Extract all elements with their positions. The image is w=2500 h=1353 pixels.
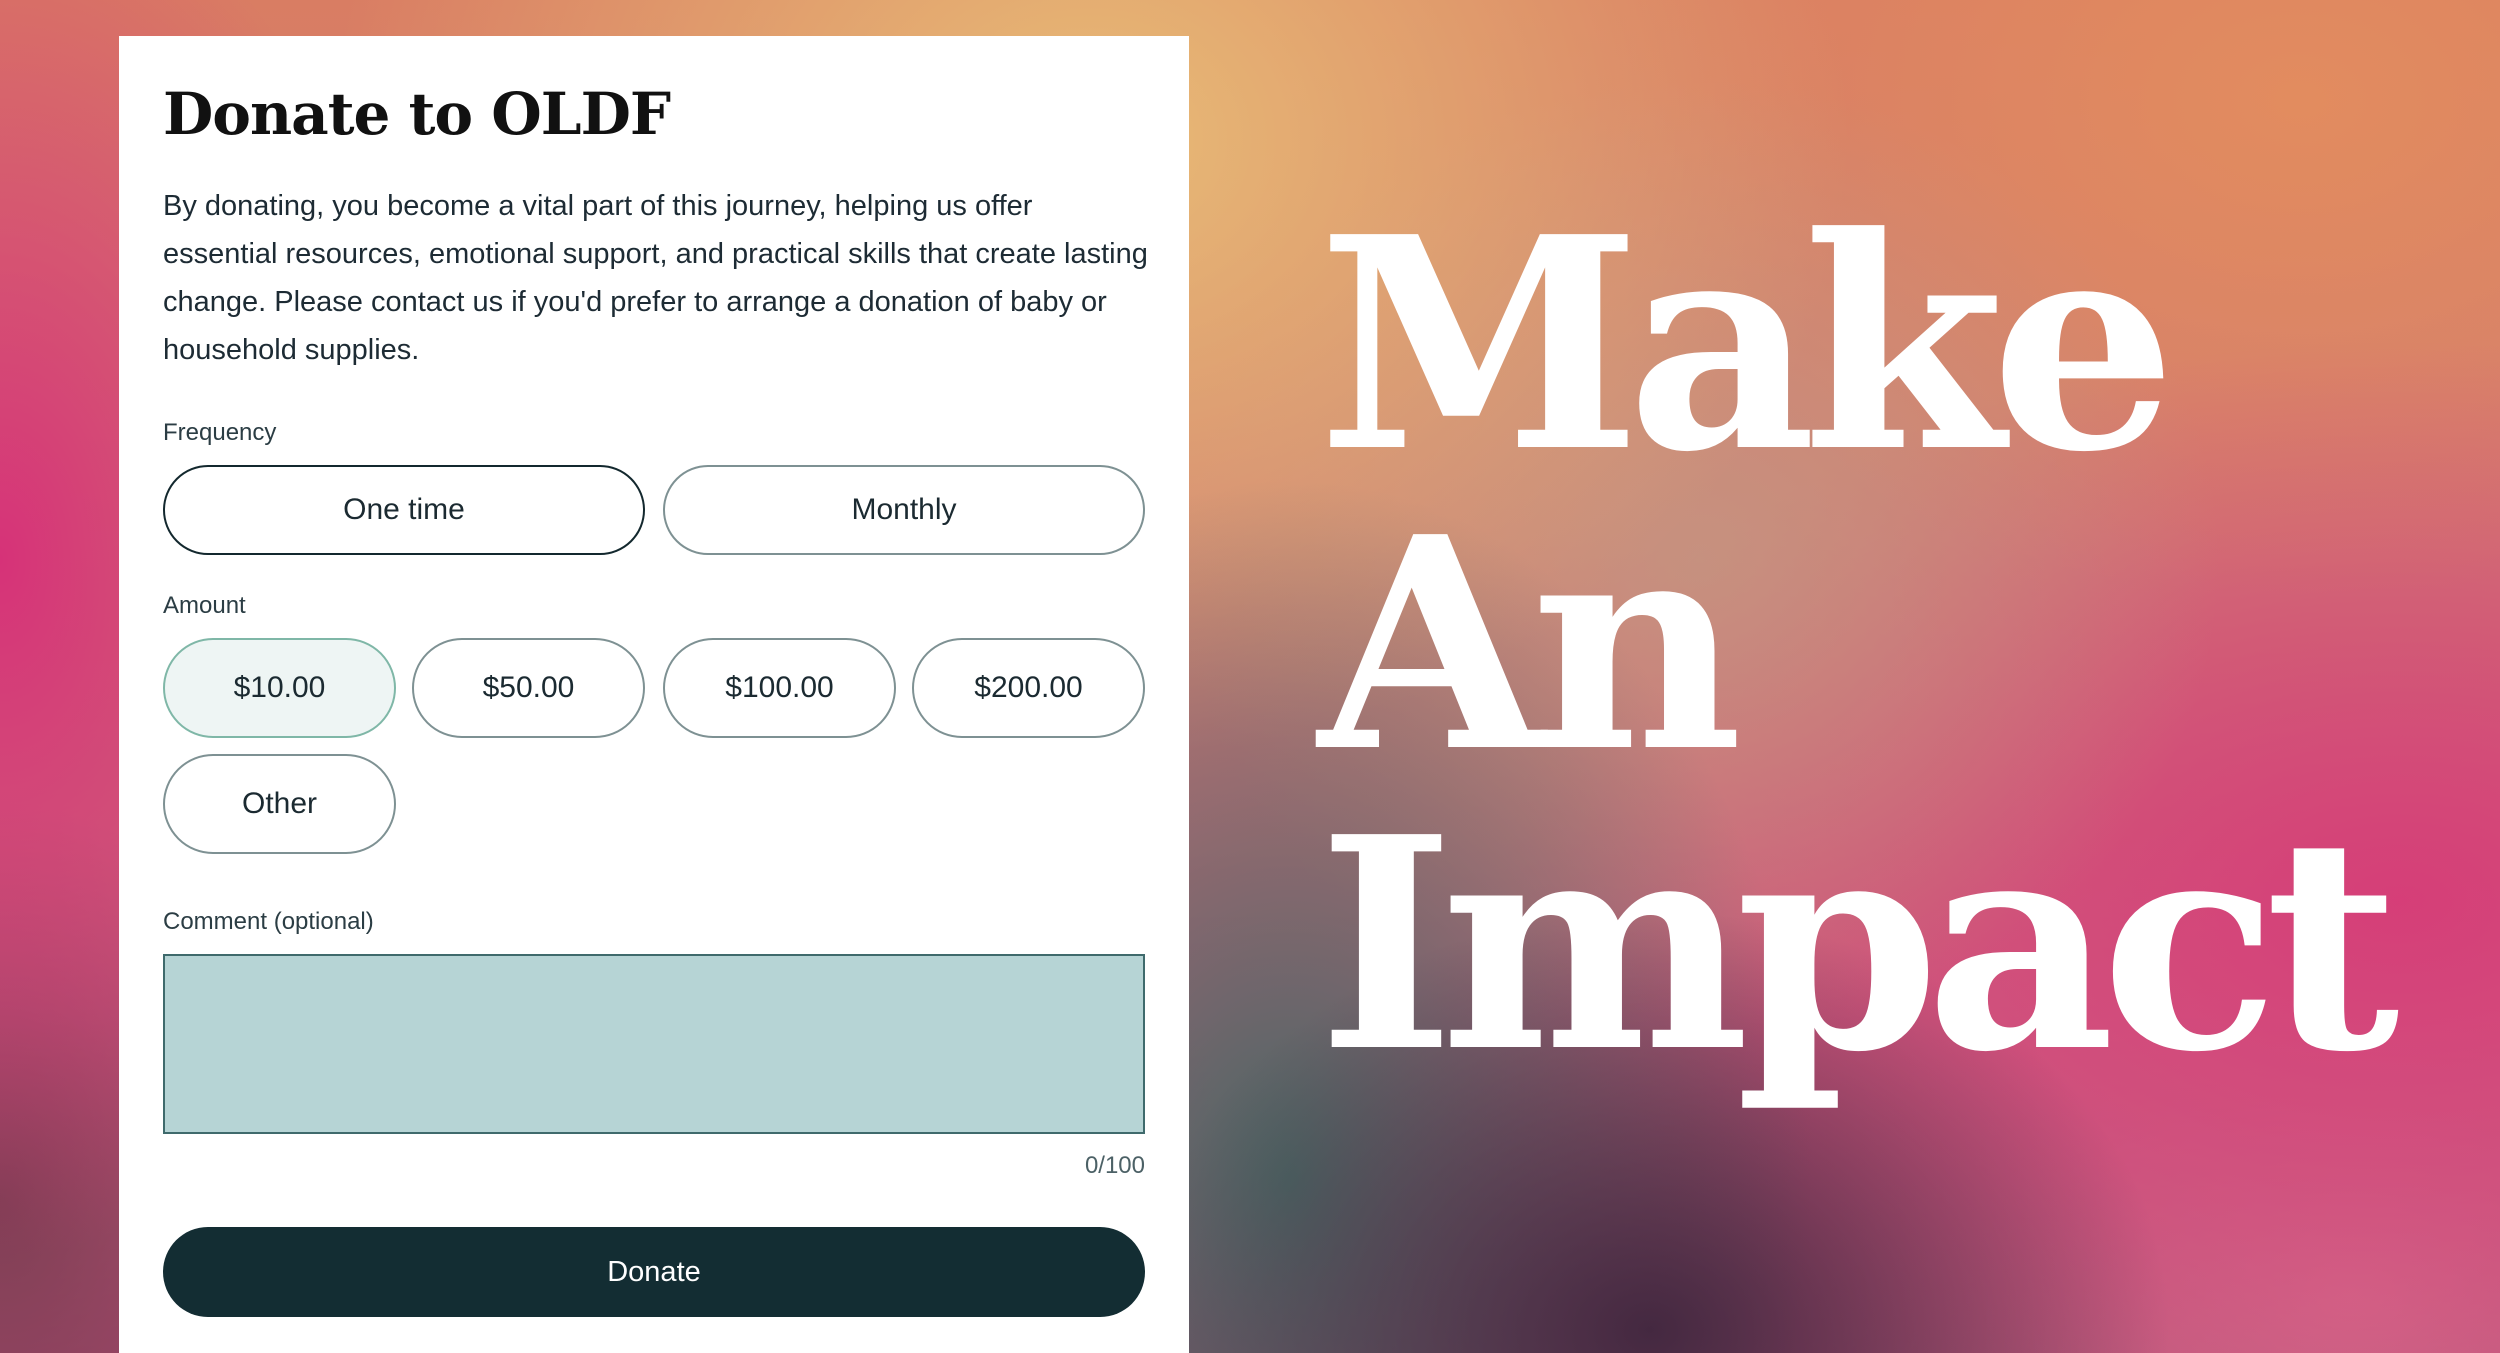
- hero-line-make: Make: [1318, 173, 2177, 516]
- hero-line-an: An: [1318, 473, 1743, 816]
- comment-character-counter: 0/100: [1084, 1152, 1145, 1179]
- comment-label: Comment (optional): [163, 908, 374, 935]
- form-title: Donate to OLDF: [163, 80, 671, 148]
- comment-textarea[interactable]: [163, 954, 1145, 1134]
- donation-form-card: Donate to OLDF By donating, you become a…: [119, 36, 1189, 1353]
- form-description: By donating, you become a vital part of …: [163, 190, 1148, 366]
- frequency-label: Frequency: [163, 419, 277, 446]
- frequency-one-time-button[interactable]: One time: [163, 465, 645, 555]
- amount-50-button[interactable]: $50.00: [412, 638, 645, 738]
- amount-label: Amount: [163, 592, 246, 619]
- donate-button[interactable]: Donate: [163, 1227, 1145, 1317]
- hero-line-impact: Impact: [1318, 773, 2400, 1116]
- amount-10-button[interactable]: $10.00: [163, 638, 396, 738]
- frequency-monthly-button[interactable]: Monthly: [663, 465, 1145, 555]
- amount-200-button[interactable]: $200.00: [912, 638, 1145, 738]
- hero-headline: Make An Impact: [1318, 195, 2478, 1095]
- amount-other-button[interactable]: Other: [163, 754, 396, 854]
- amount-100-button[interactable]: $100.00: [663, 638, 896, 738]
